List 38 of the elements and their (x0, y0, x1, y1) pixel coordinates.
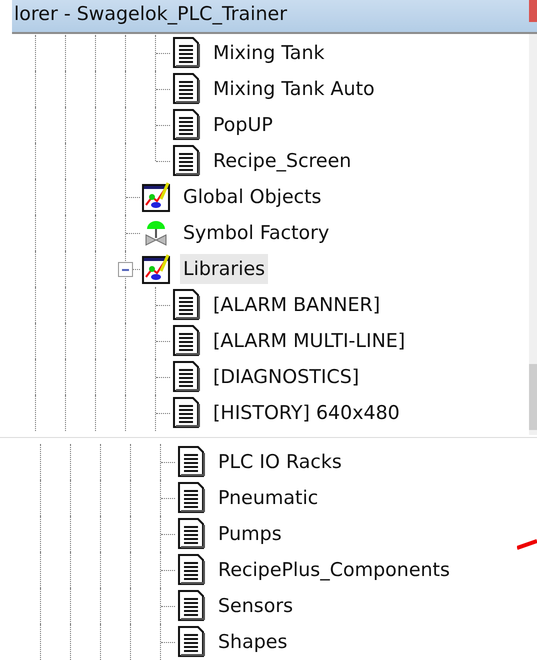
tree-item[interactable]: Pneumatic (215, 483, 322, 513)
collapse-toggle[interactable] (118, 262, 133, 277)
tree-item[interactable]: Recipe_Screen (210, 146, 354, 176)
tree-item[interactable]: Pumps (215, 519, 285, 549)
close-button[interactable] (529, 0, 537, 22)
tree-item[interactable]: Sensors (215, 591, 296, 621)
tree-item[interactable]: Global Objects (180, 182, 324, 212)
document-icon (172, 289, 200, 321)
document-icon (177, 446, 205, 478)
tree-item[interactable]: Symbol Factory (180, 218, 332, 248)
tree-item[interactable]: Mixing Tank Auto (210, 74, 378, 104)
tree-item[interactable]: [ALARM MULTI-LINE] (210, 326, 408, 356)
chart-window-icon (142, 181, 170, 213)
document-icon (172, 325, 200, 357)
document-icon (172, 397, 200, 429)
scrollbar-thumb[interactable] (529, 364, 537, 430)
tree-item[interactable]: Mixing Tank (210, 38, 328, 68)
tree-item[interactable]: [HISTORY] 640x480 (210, 398, 403, 428)
document-icon (177, 554, 205, 586)
document-icon (177, 626, 205, 658)
document-icon (172, 73, 200, 105)
tree-item[interactable]: Libraries (180, 254, 268, 284)
scrollbar[interactable] (529, 34, 537, 435)
document-icon (172, 109, 200, 141)
chart-window-icon (142, 253, 170, 285)
tree-item[interactable]: PLC IO Racks (215, 447, 345, 477)
tree-item[interactable]: PopUP (210, 110, 276, 140)
document-icon (172, 361, 200, 393)
tree-item[interactable]: [ALARM BANNER] (210, 290, 384, 320)
window-title: lorer - Swagelok_PLC_Trainer (14, 2, 288, 26)
tree-item[interactable]: [DIAGNOSTICS] (210, 362, 362, 392)
tree-item[interactable]: Shapes (215, 627, 290, 657)
document-icon (177, 482, 205, 514)
tree-item[interactable]: RecipePlus_Components (215, 555, 453, 585)
document-icon (177, 590, 205, 622)
document-icon (172, 145, 200, 177)
document-icon (172, 37, 200, 69)
document-icon (177, 518, 205, 550)
